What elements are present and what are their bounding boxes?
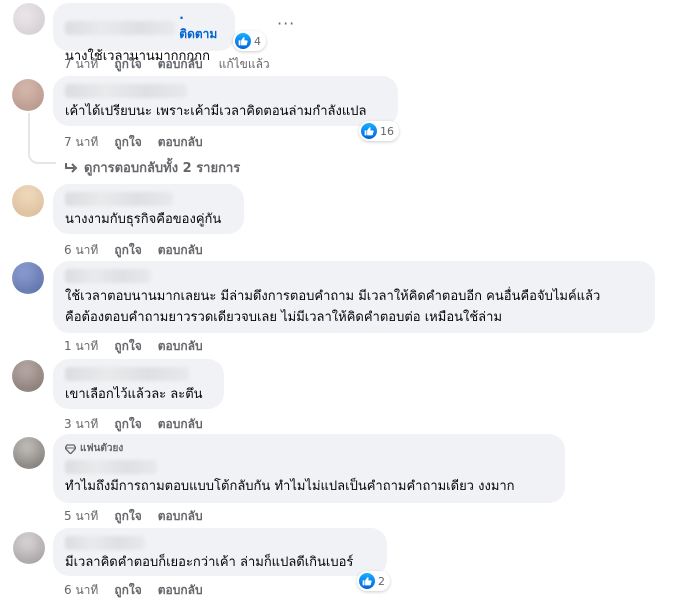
comment-bubble: นางงามกับธุรกิจคือของคู่กัน xyxy=(53,184,244,234)
reaction-count[interactable]: 2 xyxy=(357,571,390,591)
reply-button[interactable]: ตอบกลับ xyxy=(158,55,203,74)
comment-time[interactable]: 7 นาที xyxy=(64,55,98,74)
fan-badge-label: แฟนตัวยง xyxy=(80,443,124,454)
diamond-icon xyxy=(65,443,76,454)
like-button[interactable]: ถูกใจ xyxy=(114,581,141,600)
like-button[interactable]: ถูกใจ xyxy=(114,415,141,434)
comment-bubble: · ติดตาม นางใช้เวลานานมากกกกก xyxy=(53,3,235,64)
like-button[interactable]: ถูกใจ xyxy=(114,507,141,526)
follow-link[interactable]: · ติดตาม xyxy=(179,11,223,44)
like-reaction-icon xyxy=(235,33,251,49)
reaction-number: 4 xyxy=(254,34,261,48)
reply-arrow-icon xyxy=(65,162,78,173)
author-name[interactable] xyxy=(65,192,173,206)
reaction-number: 16 xyxy=(380,124,394,138)
comment-time[interactable]: 3 นาที xyxy=(64,415,98,434)
reaction-number: 2 xyxy=(378,574,385,588)
reply-button[interactable]: ตอบกลับ xyxy=(158,337,203,356)
more-options-icon[interactable]: ··· xyxy=(277,14,295,33)
reply-button[interactable]: ตอบกลับ xyxy=(158,507,203,526)
comment-time[interactable]: 6 นาที xyxy=(64,581,98,600)
comment-text: เขาเลือกไว้แล้วละ ละตึน xyxy=(65,387,203,402)
comment-time[interactable]: 1 นาที xyxy=(64,337,98,356)
comment-bubble: เค้าได้เปรียบนะ เพราะเค้ามีเวลาคิดตอนล่า… xyxy=(53,76,398,126)
avatar[interactable] xyxy=(12,79,44,111)
avatar[interactable] xyxy=(12,360,44,392)
like-button[interactable]: ถูกใจ xyxy=(114,133,141,152)
like-button[interactable]: ถูกใจ xyxy=(114,241,141,260)
comment-bubble: เขาเลือกไว้แล้วละ ละตึน xyxy=(53,359,224,409)
reply-button[interactable]: ตอบกลับ xyxy=(158,415,203,434)
comment-text: นางงามกับธุรกิจคือของคู่กัน xyxy=(65,212,222,227)
like-button[interactable]: ถูกใจ xyxy=(114,55,141,74)
comment-text: ทำไมถึงมีการถามตอบแบบโต้กลับกัน ทำไมไม่แ… xyxy=(65,479,515,494)
author-name[interactable] xyxy=(65,536,145,550)
view-replies-link[interactable]: ดูการตอบกลับทั้ง 2 รายการ xyxy=(64,157,240,178)
comment-time[interactable]: 7 นาที xyxy=(64,133,98,152)
avatar[interactable] xyxy=(13,532,45,564)
comment-time[interactable]: 5 นาที xyxy=(64,507,98,526)
reply-button[interactable]: ตอบกลับ xyxy=(158,133,203,152)
comment-text-line-2: คือต้องตอบคำถามยาวรวดเดียวจบเลย ไม่มีเวล… xyxy=(65,310,503,325)
comment-text-line-1: ใช้เวลาตอบนานมากเลยนะ มีล่ามดึงการตอบคำถ… xyxy=(65,289,601,304)
reply-button[interactable]: ตอบกลับ xyxy=(158,241,203,260)
author-name[interactable] xyxy=(65,460,157,474)
comment-bubble: ใช้เวลาตอบนานมากเลยนะ มีล่ามดึงการตอบคำถ… xyxy=(53,261,655,333)
author-name[interactable] xyxy=(65,269,151,283)
reaction-count[interactable]: 16 xyxy=(359,121,399,141)
comment-time[interactable]: 6 นาที xyxy=(64,241,98,260)
author-name[interactable] xyxy=(65,20,176,35)
comment-text: มีเวลาคิดคำตอบก็เยอะกว่าเค้า ล่ามก็แปลดี… xyxy=(65,555,354,570)
like-button[interactable]: ถูกใจ xyxy=(114,337,141,356)
view-replies-label: ดูการตอบกลับทั้ง 2 รายการ xyxy=(84,161,241,176)
reply-button[interactable]: ตอบกลับ xyxy=(158,581,203,600)
comment-bubble: มีเวลาคิดคำตอบก็เยอะกว่าเค้า ล่ามก็แปลดี… xyxy=(53,528,387,576)
avatar[interactable] xyxy=(13,437,45,469)
edited-label[interactable]: แก้ไขแล้ว xyxy=(219,55,270,74)
comment-text: เค้าได้เปรียบนะ เพราะเค้ามีเวลาคิดตอนล่า… xyxy=(65,104,367,119)
avatar[interactable] xyxy=(12,185,44,217)
thread-line xyxy=(28,113,56,164)
reaction-count[interactable]: 4 xyxy=(233,31,266,51)
comment-bubble: แฟนตัวยง ทำไมถึงมีการถามตอบแบบโต้กลับกัน… xyxy=(53,434,565,503)
author-name[interactable] xyxy=(65,367,189,381)
author-name[interactable] xyxy=(65,84,187,98)
fan-badge[interactable]: แฟนตัวยง xyxy=(65,441,553,456)
avatar[interactable] xyxy=(13,3,45,35)
like-reaction-icon xyxy=(359,573,375,589)
like-reaction-icon xyxy=(361,123,377,139)
avatar[interactable] xyxy=(12,262,44,294)
